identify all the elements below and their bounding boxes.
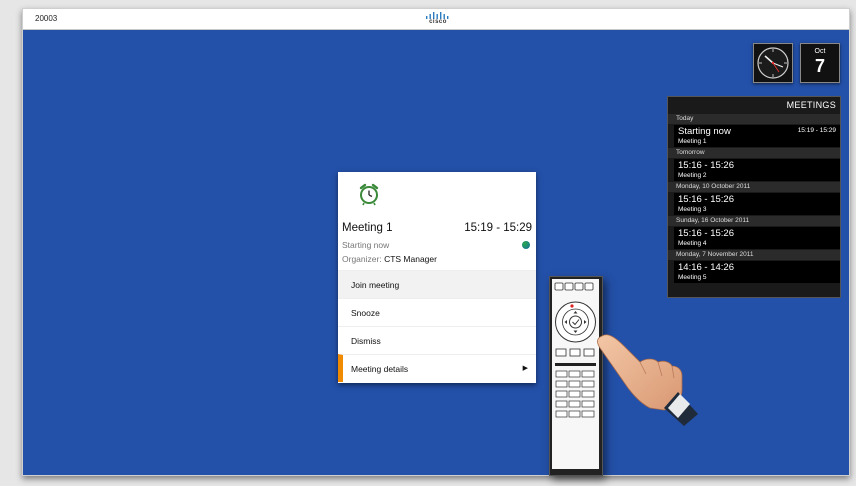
menu-item-label: Snooze xyxy=(351,308,380,318)
date-widget: Oct 7 xyxy=(800,43,840,83)
meeting-list-item[interactable]: 15:16 - 15:26 Meeting 4 xyxy=(674,227,840,249)
meetings-title: MEETINGS xyxy=(786,100,836,110)
system-id: 20003 xyxy=(35,14,58,23)
meeting-title: Meeting 1 xyxy=(342,222,393,234)
meeting-item-main: 15:16 - 15:26 xyxy=(678,194,734,205)
meeting-list-item[interactable]: Starting now Meeting 1 15:19 - 15:29 xyxy=(674,125,840,147)
menu-item-label: Dismiss xyxy=(351,336,381,346)
meeting-details-button[interactable]: Meeting details ▶ xyxy=(338,354,536,382)
date-day: 7 xyxy=(814,56,825,76)
video-screen: 20003 cisco Oct 7 MEETINGS Today Startin… xyxy=(22,8,850,476)
organizer-label: Organizer: xyxy=(342,254,382,264)
alarm-clock-icon xyxy=(359,183,379,206)
meeting-reminder-dialog: Meeting 1 15:19 - 15:29 Starting now Org… xyxy=(338,172,536,383)
meeting-item-time: 15:19 - 15:29 xyxy=(797,127,836,134)
meeting-item-name: Meeting 2 xyxy=(678,172,707,179)
meeting-item-main: Starting now xyxy=(678,126,731,137)
meeting-item-main: 15:16 - 15:26 xyxy=(678,228,734,239)
meeting-item-name: Meeting 4 xyxy=(678,240,707,247)
organizer-name: CTS Manager xyxy=(384,254,437,264)
menu-item-label: Join meeting xyxy=(351,280,400,290)
meeting-status: Starting now xyxy=(342,240,390,250)
meeting-list-item[interactable]: 15:16 - 15:26 Meeting 2 xyxy=(674,159,840,181)
meeting-item-name: Meeting 5 xyxy=(678,274,707,281)
date-month: Oct xyxy=(814,48,826,55)
section-label-date: Monday, 10 October 2011 xyxy=(668,182,840,192)
section-label-tomorrow: Tomorrow xyxy=(668,148,840,158)
meeting-list-item[interactable]: 15:16 - 15:26 Meeting 3 xyxy=(674,193,840,215)
meeting-item-main: 15:16 - 15:26 xyxy=(678,160,734,171)
meetings-panel: MEETINGS Today Starting now Meeting 1 15… xyxy=(667,96,841,298)
cisco-logo-text: cisco xyxy=(429,19,447,25)
section-label-date: Monday, 7 November 2011 xyxy=(668,250,840,260)
analog-clock-icon xyxy=(753,43,793,83)
remote-keypad xyxy=(552,279,599,469)
menu-item-label: Meeting details xyxy=(351,364,409,374)
snooze-button[interactable]: Snooze xyxy=(338,298,536,326)
dismiss-button[interactable]: Dismiss xyxy=(338,326,536,354)
section-label-date: Sunday, 16 October 2011 xyxy=(668,216,840,226)
top-bar: 20003 cisco xyxy=(23,9,849,30)
meeting-item-main: 14:16 - 14:26 xyxy=(678,262,734,273)
globe-icon xyxy=(522,241,530,249)
organizer-line: Organizer: CTS Manager xyxy=(342,254,437,264)
meeting-item-name: Meeting 3 xyxy=(678,206,707,213)
pointing-hand-icon xyxy=(597,334,698,426)
meeting-time: 15:19 - 15:29 xyxy=(464,222,532,234)
meeting-item-name: Meeting 1 xyxy=(678,138,707,145)
section-label-today: Today xyxy=(668,114,840,124)
meeting-list-item[interactable]: 14:16 - 14:26 Meeting 5 xyxy=(674,261,840,283)
chevron-right-icon: ▶ xyxy=(522,365,528,372)
join-meeting-button[interactable]: Join meeting xyxy=(338,270,536,298)
cisco-logo: cisco xyxy=(423,11,453,27)
reminder-actions-menu: Join meeting Snooze Dismiss Meeting deta… xyxy=(338,270,536,382)
